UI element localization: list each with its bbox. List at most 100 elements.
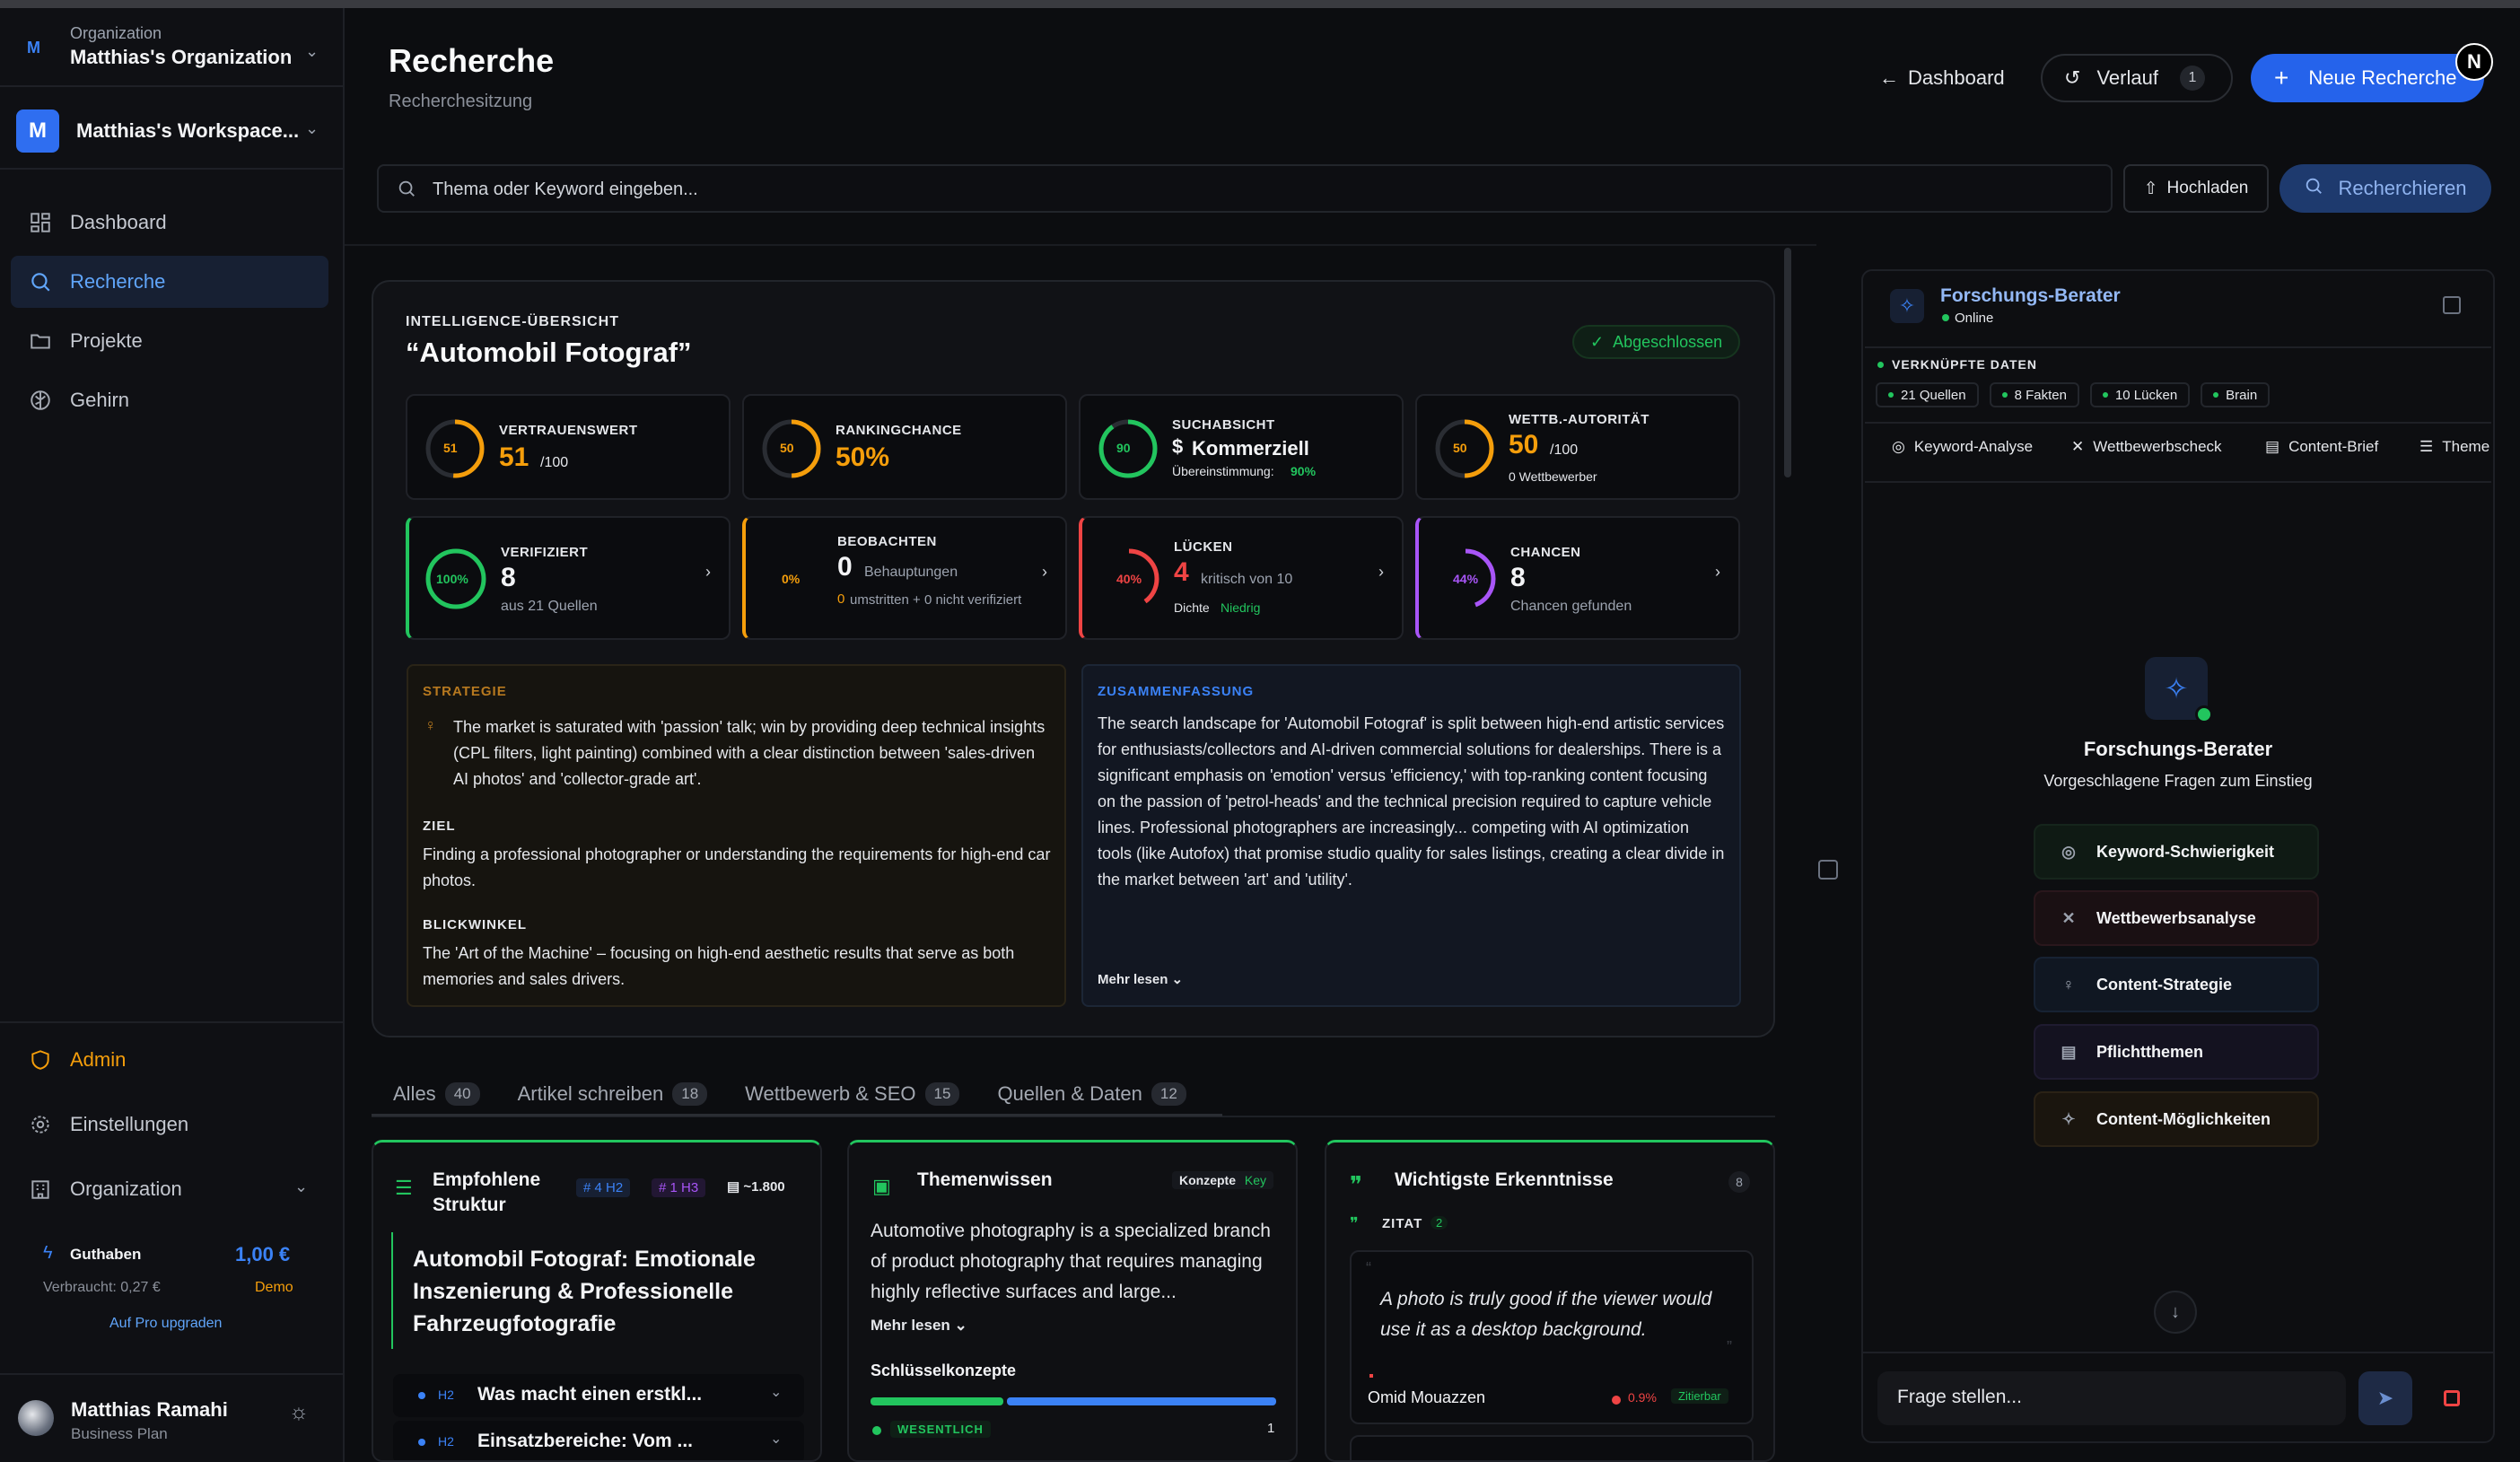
sidebar-item-recherche[interactable]: Recherche [11,256,328,308]
user-avatar[interactable]: N [2455,43,2493,81]
tab-label: Quellen & Daten [997,1082,1142,1105]
read-more-link[interactable]: Mehr lesen ⌄ [1098,971,1183,987]
metric-verified[interactable]: 100% VERIFIZIERT 8 aus 21 Quellen › [406,516,731,640]
concept-bar-essential [871,1397,1003,1405]
panel-toggle-icon[interactable] [1818,860,1838,880]
ring-label: 51 [443,441,458,455]
metric-unit: kritisch von 10 [1201,572,1293,587]
outline-text: Einsatzbereiche: Vom ... [477,1431,694,1451]
credits-value: 1,00 € [235,1243,291,1265]
ring-label: 40% [1116,572,1142,586]
stop-button[interactable] [2425,1371,2479,1425]
chevron-down-icon: ⌄ [294,1177,309,1195]
suggestion-content-opportunities[interactable]: ✧ Content-Möglichkeiten [2034,1091,2319,1147]
tab-keyword-analysis[interactable]: ◎ Keyword-Analyse [1892,438,2033,456]
status-dot [872,1426,881,1435]
user-name: Matthias Ramahi [71,1398,228,1421]
suggestion-required-topics[interactable]: ▤ Pflichtthemen [2034,1024,2319,1080]
outline-item[interactable]: H2 Was macht einen erstkl... ⌄ [393,1374,804,1417]
search-input[interactable]: Thema oder Keyword eingeben... [377,164,2113,213]
status-dot [1877,362,1884,368]
metric-intent: 90 SUCHABSICHT $ Kommerziell Übereinstim… [1079,394,1404,500]
sidebar-item-settings[interactable]: Einstellungen [11,1099,328,1151]
metric-unit: /100 [540,455,569,470]
sidebar-item-label: Admin [70,1048,127,1071]
list-icon: ☰ [395,1177,413,1199]
outline-item[interactable]: H2 Einsatzbereiche: Vom ... ⌄ [393,1421,804,1460]
panel-divider [1865,422,2491,424]
send-button[interactable]: ➤ [2358,1371,2412,1425]
chip-facts[interactable]: 8 Fakten [1989,382,2079,407]
concept-bar-other [1007,1397,1276,1405]
collapse-panel-icon[interactable] [2443,296,2461,314]
metric-sub: Chancen gefunden [1510,599,1632,614]
suggestion-competitor-analysis[interactable]: ✕ Wettbewerbsanalyse [2034,890,2319,946]
tab-content-brief[interactable]: ▤ Content-Brief [2265,438,2378,456]
metric-title: BEOBACHTEN [837,534,937,549]
org-switcher[interactable]: M Organization Matthias's Organization ⌄ [0,8,345,87]
org-name: Matthias's Organization [70,46,293,68]
suggestion-keyword-difficulty[interactable]: ◎ Keyword-Schwierigkeit [2034,824,2319,880]
metric-unit: Behauptungen [864,565,958,580]
research-button[interactable]: Recherchieren [2279,164,2491,213]
chip-gaps[interactable]: 10 Lücken [2089,382,2191,407]
heading-tag: H2 [438,1388,454,1402]
user-profile[interactable]: Matthias Ramahi Business Plan ☼ [0,1373,345,1462]
question-input[interactable]: Frage stellen... [1877,1371,2346,1425]
chip-sources[interactable]: 21 Quellen [1876,382,1979,407]
sidebar-item-label: Recherche [70,270,166,293]
concepts-badge: Konzepte Key [1172,1171,1274,1189]
sidebar-item-gehirn[interactable]: Gehirn [11,374,328,426]
strategy-text: The market is saturated with 'passion' t… [453,718,1046,788]
metric-watch[interactable]: 0% BEOBACHTEN 0 Behauptungen 0 umstritte… [742,516,1067,640]
lightbulb-icon: ♀ [424,716,437,734]
quote-count: 2 [1431,1216,1448,1230]
quote-icon: ❞ [1350,1214,1359,1232]
chip-label: 10 Lücken [2114,387,2178,403]
quote-author: Omid Mouazzen [1368,1388,1486,1406]
scrollbar[interactable] [1784,248,1791,477]
heading-tag: H2 [438,1434,454,1449]
tab-quellen[interactable]: Quellen & Daten 12 [997,1073,1186,1115]
metric-gaps[interactable]: 40% LÜCKEN 4 kritisch von 10 Dichte Nied… [1079,516,1404,640]
tab-competitor-check[interactable]: ✕ Wettbewerbscheck [2071,438,2222,456]
window-top-bar [0,0,2520,8]
upgrade-link[interactable]: Auf Pro upgraden [109,1316,222,1332]
sidebar-item-projekte[interactable]: Projekte [11,315,328,367]
tab-artikel[interactable]: Artikel schreiben 18 [518,1073,708,1115]
tab-count: 12 [1151,1082,1186,1106]
metric-opportunities[interactable]: 44% CHANCEN 8 Chancen gefunden › [1415,516,1740,640]
workspace-switcher[interactable]: M Matthias's Workspace... ⌄ [0,89,345,170]
chip-brain[interactable]: Brain [2201,382,2271,407]
metric-value: 50% [836,442,890,472]
metric-title: SUCHABSICHT [1172,417,1275,433]
upload-button[interactable]: ⇧ Hochladen [2123,164,2269,213]
suggestion-content-strategy[interactable]: ♀ Content-Strategie [2034,957,2319,1012]
sidebar-item-label: Einstellungen [70,1113,189,1135]
online-dot [2195,705,2213,723]
tab-theme[interactable]: ☰ Theme [2419,438,2489,456]
metric-sub-value: 90% [1291,464,1317,478]
search-placeholder: Thema oder Keyword eingeben... [433,179,698,199]
new-research-button[interactable]: + Neue Recherche [2251,54,2484,102]
metric-value: 0 [837,552,853,582]
metric-sub: Dichte [1174,600,1210,615]
question-placeholder: Frage stellen... [1897,1387,2022,1407]
online-dot [1942,314,1949,321]
dashboard-button-label: Dashboard [1908,66,2005,89]
tab-alles[interactable]: Alles 40 [393,1073,480,1115]
sidebar-item-organization[interactable]: Organization ⌄ [11,1163,328,1215]
sidebar-item-dashboard[interactable]: Dashboard [11,197,328,249]
quote-label: ZITAT [1382,1216,1423,1231]
sun-icon[interactable]: ☼ [289,1400,309,1425]
chevron-down-icon: ⌄ [770,1385,783,1400]
card-title: Wichtigste Erkenntnisse [1395,1169,1614,1190]
dashboard-button[interactable]: ← Dashboard [1876,54,2010,102]
sidebar-item-admin[interactable]: Admin [11,1034,328,1086]
read-more-link[interactable]: Mehr lesen ⌄ [871,1317,967,1335]
target-icon: ◎ [1892,438,1905,455]
scroll-down-button[interactable]: ↓ [2154,1291,2197,1334]
lightbulb-icon: ♀ [2062,975,2075,994]
history-button[interactable]: ↺ Verlauf 1 [2041,54,2233,102]
tab-wettbewerb[interactable]: Wettbewerb & SEO 15 [745,1073,960,1115]
